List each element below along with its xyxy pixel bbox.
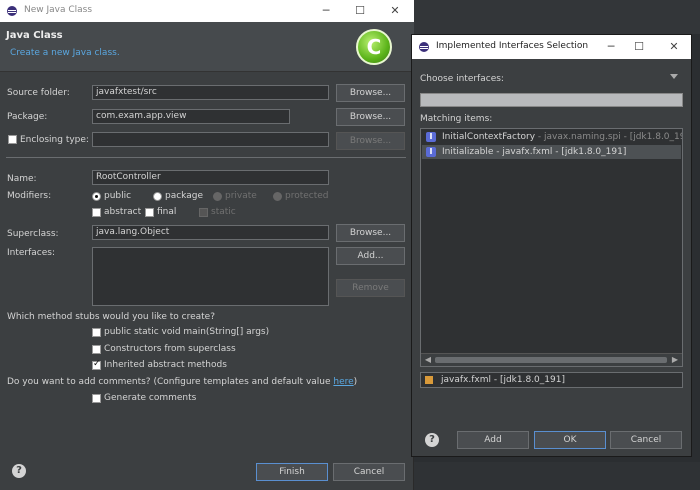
static-label: static	[211, 207, 236, 217]
package-browse-button[interactable]: Browse...	[336, 108, 405, 126]
qualifier-package-row: javafx.fxml - [jdk1.8.0_191]	[420, 372, 683, 388]
constructors-label: Constructors from superclass	[104, 344, 236, 354]
public-radio[interactable]	[92, 192, 101, 201]
generate-comments-label: Generate comments	[104, 393, 197, 403]
package-icon	[425, 376, 433, 384]
name-label: Name:	[7, 174, 37, 184]
close-icon[interactable]: ✕	[382, 2, 408, 20]
interfaces-add-button[interactable]: Add...	[336, 247, 405, 265]
private-radio[interactable]	[213, 192, 222, 201]
view-menu-chevron-down-icon[interactable]	[670, 74, 678, 79]
dialog-cancel-button[interactable]: Cancel	[610, 431, 682, 449]
choose-interfaces-label: Choose interfaces:	[420, 74, 504, 84]
interface-icon: I	[426, 147, 436, 157]
help-icon[interactable]: ?	[12, 464, 26, 478]
interface-icon: I	[426, 132, 436, 142]
list-item[interactable]: I Initializable - javafx.fxml - [jdk1.8.…	[422, 145, 681, 159]
inherited-abstract-label: Inherited abstract methods	[104, 360, 227, 370]
separator	[6, 157, 406, 158]
matching-items-label: Matching items:	[420, 114, 493, 124]
package-field[interactable]: com.exam.app.view	[92, 109, 290, 124]
main-method-label: public static void main(String[] args)	[104, 327, 270, 337]
source-folder-field[interactable]: javafxtest/src	[92, 85, 329, 100]
dialog-title: Implemented Interfaces Selection	[436, 41, 589, 51]
dialog-minimize-icon[interactable]: ─	[598, 38, 624, 56]
dialog-help-icon[interactable]: ?	[425, 433, 439, 447]
protected-radio-label: protected	[285, 191, 329, 201]
package-radio-label: package	[165, 191, 203, 201]
horizontal-scrollbar[interactable]: ◀ ▶	[421, 353, 682, 366]
enclosing-type-browse-button[interactable]: Browse...	[336, 132, 405, 150]
wizard-subtitle: Create a new Java class.	[10, 48, 120, 58]
java-class-logo-icon: C	[356, 29, 392, 65]
constructors-checkbox[interactable]	[92, 345, 101, 354]
cancel-button[interactable]: Cancel	[333, 463, 405, 481]
superclass-browse-button[interactable]: Browse...	[336, 224, 405, 242]
final-checkbox[interactable]	[145, 208, 154, 217]
package-label: Package:	[7, 112, 48, 122]
static-checkbox[interactable]	[199, 208, 208, 217]
list-item[interactable]: I InitialContextFactory - javax.naming.s…	[422, 130, 682, 144]
dialog-close-icon[interactable]: ✕	[661, 38, 687, 56]
wizard-header: Java Class Create a new Java class.	[0, 22, 414, 72]
dialog-titlebar: Implemented Interfaces Selection ─ ☐ ✕	[412, 35, 691, 59]
public-radio-label: public	[104, 191, 132, 201]
desktop-bottom-bar	[414, 462, 700, 490]
abstract-label: abstract	[104, 207, 142, 217]
scroll-right-icon[interactable]: ▶	[669, 354, 681, 366]
comments-question: Do you want to add comments? (Configure …	[7, 377, 358, 387]
configure-templates-link[interactable]: here	[333, 377, 353, 387]
eclipse-icon	[7, 6, 17, 16]
desktop-top-bar	[414, 0, 700, 34]
dialog-ok-button[interactable]: OK	[534, 431, 606, 449]
eclipse-icon	[419, 42, 429, 52]
enclosing-type-checkbox[interactable]	[8, 135, 17, 144]
superclass-label: Superclass:	[7, 229, 59, 239]
dialog-add-button[interactable]: Add	[457, 431, 529, 449]
modifiers-label: Modifiers:	[7, 191, 52, 201]
enclosing-type-label: Enclosing type:	[20, 135, 89, 145]
final-label: final	[157, 207, 177, 217]
source-folder-label: Source folder:	[7, 88, 70, 98]
private-radio-label: private	[225, 191, 257, 201]
wizard-heading: Java Class	[6, 30, 63, 41]
method-stubs-question: Which method stubs would you like to cre…	[7, 312, 215, 322]
generate-comments-checkbox[interactable]	[92, 394, 101, 403]
scrollbar-thumb[interactable]	[435, 357, 667, 363]
main-method-checkbox[interactable]	[92, 328, 101, 337]
maximize-icon[interactable]: ☐	[347, 2, 373, 20]
scroll-left-icon[interactable]: ◀	[422, 354, 434, 366]
main-titlebar: New Java Class ─ ☐ ✕	[0, 0, 414, 22]
inherited-abstract-checkbox[interactable]	[92, 359, 101, 370]
source-folder-browse-button[interactable]: Browse...	[336, 84, 405, 102]
protected-radio[interactable]	[273, 192, 282, 201]
matching-items-list[interactable]: I InitialContextFactory - javax.naming.s…	[420, 128, 683, 367]
abstract-checkbox[interactable]	[92, 208, 101, 217]
implemented-interfaces-dialog: Implemented Interfaces Selection ─ ☐ ✕ C…	[411, 34, 692, 457]
interfaces-list[interactable]	[92, 247, 329, 306]
minimize-icon[interactable]: ─	[313, 2, 339, 20]
class-name-field[interactable]: RootController	[92, 170, 329, 185]
enclosing-type-field[interactable]	[92, 132, 329, 147]
dialog-maximize-icon[interactable]: ☐	[626, 38, 652, 56]
interface-filter-input[interactable]	[420, 93, 683, 107]
package-radio[interactable]	[153, 192, 162, 201]
interfaces-remove-button[interactable]: Remove	[336, 279, 405, 297]
finish-button[interactable]: Finish	[256, 463, 328, 481]
superclass-field[interactable]: java.lang.Object	[92, 225, 329, 240]
main-window-title: New Java Class	[24, 5, 93, 15]
interfaces-label: Interfaces:	[7, 248, 56, 258]
new-java-class-window: New Java Class ─ ☐ ✕ Java Class Create a…	[0, 0, 414, 490]
